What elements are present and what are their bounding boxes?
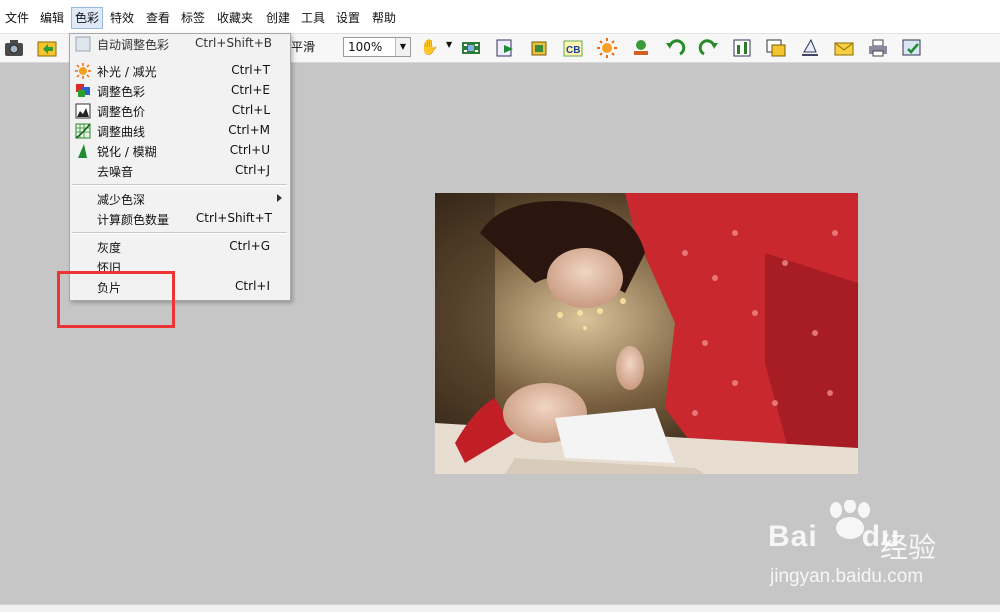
menu-item-label: 锐化 / 模糊: [97, 145, 157, 159]
menu-help[interactable]: 帮助: [369, 9, 399, 27]
hand-dropdown-icon[interactable]: ▼: [446, 40, 452, 49]
menu-item-shortcut: Ctrl+M: [228, 123, 270, 137]
stamp-icon[interactable]: [630, 37, 652, 59]
menu-item-grayscale[interactable]: 灰度 Ctrl+G: [70, 237, 290, 257]
menu-favorites[interactable]: 收藏夹: [214, 9, 256, 27]
email-icon[interactable]: [833, 37, 855, 59]
menu-view[interactable]: 查看: [143, 9, 173, 27]
sun-icon: [75, 63, 91, 79]
menu-item-shortcut: Ctrl+Shift+B: [195, 36, 272, 50]
menu-color[interactable]: 色彩: [71, 7, 104, 29]
sharpen-icon: [75, 143, 91, 159]
menu-item-label: 调整曲线: [97, 125, 146, 139]
svg-text:CB: CB: [566, 45, 580, 56]
menu-item-shortcut: Ctrl+J: [235, 163, 270, 177]
menu-item-label: 去噪音: [97, 165, 134, 179]
sun-icon[interactable]: [596, 37, 618, 59]
menu-item-label: 灰度: [97, 241, 122, 255]
menu-create[interactable]: 创建: [263, 9, 293, 27]
scanner-icon[interactable]: [799, 37, 821, 59]
menu-item-auto-adjust-color[interactable]: 自动调整色彩 Ctrl+Shift+B: [70, 34, 290, 54]
menu-separator: [72, 184, 287, 186]
menu-effects[interactable]: 特效: [107, 9, 137, 27]
rotate-left-icon[interactable]: [664, 37, 686, 59]
menu-item-brighten-darken[interactable]: 补光 / 减光 Ctrl+T: [70, 61, 290, 81]
levels-icon[interactable]: [731, 37, 753, 59]
camera-icon[interactable]: [3, 37, 25, 59]
baidu-brand-cn: 经验: [880, 531, 937, 564]
settings-check-icon[interactable]: [901, 37, 923, 59]
open-folder-icon[interactable]: [36, 37, 58, 59]
rotate-right-icon[interactable]: [698, 37, 720, 59]
menu-item-shortcut: Ctrl+Shift+T: [195, 211, 272, 225]
smooth-label: 平滑: [291, 40, 316, 54]
submenu-arrow-icon: [277, 194, 282, 202]
menu-separator: [72, 232, 287, 234]
cb-icon[interactable]: CB: [562, 37, 584, 59]
menu-settings[interactable]: 设置: [333, 9, 363, 27]
menu-item-shortcut: Ctrl+L: [231, 103, 270, 117]
photo-mother-baby: [435, 193, 858, 474]
menu-item-adjust-color[interactable]: 调整色彩 Ctrl+E: [70, 81, 290, 101]
zoom-value: 100%: [348, 40, 383, 54]
color-menu-dropdown: 自动调整色彩 Ctrl+Shift+B 补光 / 减光 Ctrl+T 调整色彩 …: [69, 33, 291, 301]
menu-item-adjust-levels[interactable]: 调整色价 Ctrl+L: [70, 101, 290, 121]
export-icon[interactable]: [494, 37, 516, 59]
menu-item-adjust-curves[interactable]: 调整曲线 Ctrl+M: [70, 121, 290, 141]
menu-item-label: 补光 / 减光: [97, 65, 157, 79]
baidu-url: jingyan.baidu.com: [770, 566, 924, 587]
color-squares-icon: [75, 83, 91, 99]
menu-item-denoise[interactable]: 去噪音 Ctrl+J: [70, 161, 290, 181]
menu-item-reduce-color-depth[interactable]: 减少色深: [70, 189, 290, 209]
menu-item-shortcut: Ctrl+G: [229, 239, 270, 253]
menu-item-shortcut: Ctrl+U: [229, 143, 270, 157]
menu-item-label: 调整色价: [97, 105, 146, 119]
crop-icon[interactable]: [528, 37, 550, 59]
menu-edit[interactable]: 编辑: [37, 9, 67, 27]
menu-item-label: 减少色深: [97, 193, 146, 207]
menu-item-sharpen-blur[interactable]: 锐化 / 模糊 Ctrl+U: [70, 141, 290, 161]
curve-grid-icon: [75, 123, 91, 139]
menu-item-count-colors[interactable]: 计算颜色数量 Ctrl+Shift+T: [70, 209, 290, 229]
zoom-select[interactable]: 100% ▼: [343, 37, 411, 57]
menu-item-shortcut: Ctrl+T: [231, 63, 270, 77]
menu-item-shortcut: Ctrl+E: [231, 83, 270, 97]
auto-color-icon: [75, 36, 91, 52]
slideshow-icon[interactable]: [765, 37, 787, 59]
menu-item-label: 计算颜色数量: [97, 213, 170, 227]
menu-item-label: 自动调整色彩: [97, 38, 170, 52]
menu-bar: 文件 编辑 色彩 特效 查看 标签 收藏夹 创建 工具 设置 帮助: [0, 0, 1000, 34]
menu-file[interactable]: 文件: [2, 9, 32, 27]
histogram-icon: [75, 103, 91, 119]
annotation-highlight-box: [57, 271, 175, 328]
menu-tools[interactable]: 工具: [298, 9, 328, 27]
menu-item-label: 调整色彩: [97, 85, 146, 99]
chevron-down-icon[interactable]: ▼: [395, 38, 410, 56]
printer-icon[interactable]: [867, 37, 889, 59]
menu-item-shortcut: Ctrl+I: [235, 279, 270, 293]
menu-tags[interactable]: 标签: [178, 9, 208, 27]
filmstrip-icon[interactable]: [460, 37, 482, 59]
hand-icon[interactable]: ✋: [420, 38, 439, 56]
